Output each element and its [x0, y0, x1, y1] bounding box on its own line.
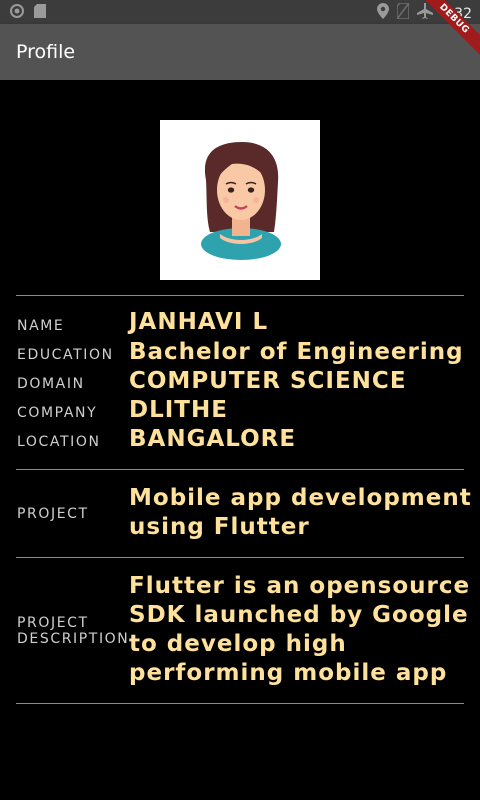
status-bar: 4:32 [0, 0, 480, 24]
project-section: PROJECT Mobile app development using Flu… [16, 484, 471, 544]
label-line: DESCRIPTION [17, 631, 130, 647]
divider [16, 469, 464, 470]
no-sim-icon [395, 2, 410, 24]
company-label: COMPANY [17, 405, 98, 421]
description-line: SDK launched by Google [129, 602, 469, 628]
location-label: LOCATION [17, 434, 101, 450]
name-value: JANHAVI L [129, 309, 269, 335]
description-line: performing mobile app [129, 660, 448, 686]
education-value: Bachelor of Engineering [129, 339, 464, 365]
project-label: PROJECT [17, 506, 89, 522]
domain-value: COMPUTER SCIENCE [129, 368, 407, 394]
project-value: Mobile app development using Flutter [129, 484, 472, 542]
company-value: DLITHE [129, 397, 228, 423]
project-description-value: Flutter is an opensource SDK launched by… [129, 572, 470, 688]
education-label: EDUCATION [17, 347, 114, 363]
location-icon [376, 3, 389, 24]
description-line: Flutter is an opensource [129, 573, 471, 599]
debug-banner: DEBUG [420, 0, 480, 60]
circle-icon [10, 4, 24, 23]
divider [16, 703, 464, 704]
divider [16, 295, 464, 296]
label-line: PROJECT [17, 615, 89, 631]
description-line: to develop high [129, 631, 347, 657]
page-title: Profile [16, 41, 76, 63]
project-description-label: PROJECT DESCRIPTION [17, 615, 129, 647]
profile-details: NAME JANHAVI L EDUCATION Bachelor of Eng… [16, 309, 464, 459]
location-value: BANGALORE [129, 426, 297, 452]
sd-card-icon [34, 4, 46, 23]
project-line: using Flutter [129, 514, 310, 540]
domain-label: DOMAIN [17, 376, 85, 392]
project-line: Mobile app development [129, 485, 472, 511]
divider [16, 557, 464, 558]
debug-label: DEBUG [420, 0, 480, 60]
avatar-illustration [201, 142, 281, 260]
app-bar: Profile [0, 24, 480, 80]
name-label: NAME [17, 318, 65, 334]
avatar [160, 120, 320, 280]
project-description-section: PROJECT DESCRIPTION Flutter is an openso… [16, 572, 469, 692]
